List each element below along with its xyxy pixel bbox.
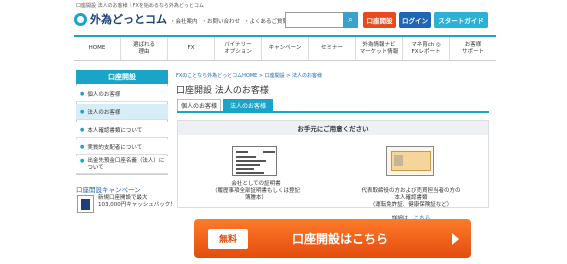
nav-item-campaign[interactable]: キャンペーン bbox=[262, 37, 309, 60]
sidebar-item-label: 法人のお客様 bbox=[87, 109, 121, 116]
search-input[interactable] bbox=[285, 12, 343, 28]
nav-item-home[interactable]: HOME bbox=[74, 37, 121, 60]
campaign-title[interactable]: 口座開設キャンペーン bbox=[76, 184, 141, 194]
tagline: 口座開設 法人のお客様｜FXを始めるなら外為どっとコム bbox=[76, 3, 204, 9]
open-account-button[interactable]: 口座開設 bbox=[363, 12, 396, 28]
bullet-icon: ● bbox=[80, 126, 85, 133]
company-certificate-image bbox=[232, 146, 277, 176]
tab-individual[interactable]: 個人のお客様 bbox=[177, 99, 221, 111]
id-card-image bbox=[386, 146, 434, 176]
login-button[interactable]: ログイン bbox=[399, 12, 431, 28]
nav-item-binary-option[interactable]: バイナリー オプション bbox=[215, 37, 262, 60]
campaign-text[interactable]: 新規口座開設で最大 103,000円キャッシュバック！ bbox=[98, 195, 176, 209]
id-documents-text: 代表取締役の方および売買担当者の方の本人確認書類 （運転免許証、健康保険証など） bbox=[361, 188, 461, 208]
sidebar-item-corporate[interactable]: ● 法人のお客様 bbox=[76, 104, 168, 120]
main-nav: HOME 選ばれる 理由 FX バイナリー オプション キャンペーン セミナー … bbox=[74, 37, 496, 61]
nav-item-support[interactable]: お客様 サポート bbox=[450, 37, 496, 60]
nav-item-seminar[interactable]: セミナー bbox=[309, 37, 356, 60]
bullet-icon: ● bbox=[80, 90, 85, 97]
tab-corporate[interactable]: 法人のお客様 bbox=[223, 99, 273, 111]
nav-item-market-info[interactable]: 外為情報ナビ マーケット情報 bbox=[356, 37, 403, 60]
nav-item-fx-report[interactable]: マネ育ch ◎ FXレポート bbox=[403, 37, 450, 60]
sidebar-item-label: 出金先預金口座名義（法人）について bbox=[87, 158, 165, 171]
nav-item-reasons[interactable]: 選ばれる 理由 bbox=[121, 37, 168, 60]
sidebar-item-label: 実質的支配者について bbox=[87, 144, 143, 151]
sidebar-item-beneficial-owner[interactable]: ● 実質的支配者について bbox=[76, 139, 168, 155]
breadcrumb[interactable]: FXのことなら外為どっとコムHOME > 口座開設 > 法人のお客様 bbox=[176, 72, 322, 79]
sidebar-item-label: 本人確認書類について bbox=[87, 127, 143, 134]
documents-heading: お手元にご用意ください bbox=[178, 121, 488, 135]
id-documents-caption: 代表取締役の方および売買担当者の方の本人確認書類 （運転免許証、健康保険証など）… bbox=[361, 181, 461, 223]
sidebar-item-withdrawal-account[interactable]: ● 出金先預金口座名義（法人）について bbox=[76, 156, 168, 174]
contact-link[interactable]: ・お問い合わせ bbox=[202, 17, 241, 25]
site-logo[interactable]: 外為どっとコム bbox=[74, 11, 167, 27]
nav-item-fx[interactable]: FX bbox=[168, 37, 215, 60]
arrow-right-icon bbox=[452, 232, 459, 245]
company-info-link[interactable]: ・会社案内 bbox=[170, 17, 198, 25]
tab-underline bbox=[177, 111, 489, 113]
utility-links: ・会社案内 ・お問い合わせ ・よくあるご質問 bbox=[170, 17, 288, 25]
logo-text: 外為どっとコム bbox=[90, 13, 167, 26]
logo-mark-icon bbox=[74, 12, 87, 26]
sidebar-item-label: 個人のお客様 bbox=[87, 91, 121, 98]
start-guide-button[interactable]: スタートガイド bbox=[434, 12, 488, 28]
sidebar-item-id-documents[interactable]: ● 本人確認書類について bbox=[76, 122, 168, 138]
company-certificate-caption: 会社としての証明書 （履歴事項全部証明書もしくは登記簿謄本） bbox=[212, 181, 301, 201]
bullet-icon: ● bbox=[80, 158, 85, 164]
sidebar-item-individual[interactable]: ● 個人のお客様 bbox=[76, 86, 168, 102]
search-box: ⌕ bbox=[285, 12, 358, 28]
bullet-icon: ● bbox=[80, 143, 85, 150]
free-badge: 無料 bbox=[208, 228, 248, 249]
open-account-cta-button[interactable]: 無料 口座開設はこちら bbox=[194, 219, 471, 258]
page-title: 口座開設 法人のお客様 bbox=[176, 86, 269, 96]
bullet-icon: ● bbox=[80, 108, 85, 115]
faq-link[interactable]: ・よくあるご質問 bbox=[244, 17, 288, 25]
sidebar-heading: 口座開設 bbox=[76, 70, 168, 84]
search-icon[interactable]: ⌕ bbox=[343, 12, 358, 28]
book-icon[interactable] bbox=[77, 195, 94, 213]
cta-label: 口座開設はこちら bbox=[292, 232, 389, 246]
